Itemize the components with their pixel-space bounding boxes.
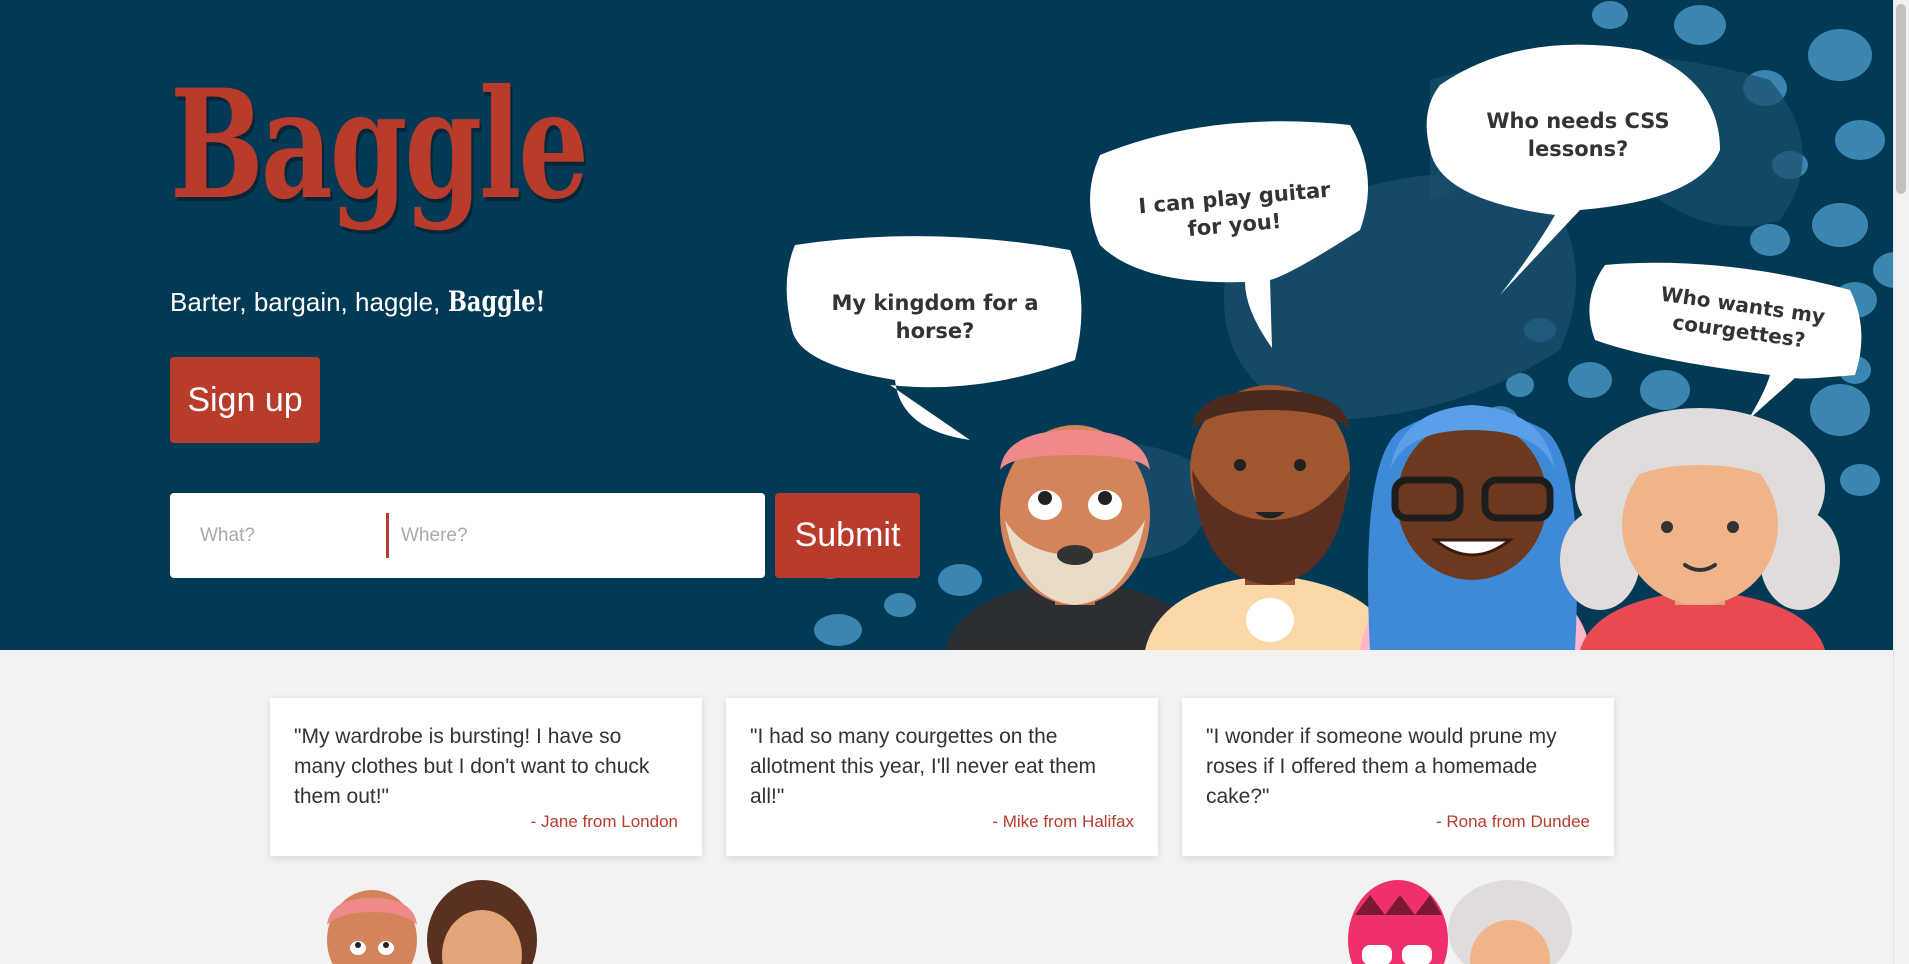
character-grey-hair-small: [1448, 880, 1572, 964]
scrollbar[interactable]: [1893, 0, 1909, 964]
speech-bubble-1: My kingdom for a horse?: [786, 236, 1082, 440]
testimonial-author: - Rona from Dundee: [1435, 812, 1590, 831]
tagline-brand: Baggle!: [447, 285, 545, 318]
hero-section: My kingdom for a horse? I can play guita…: [0, 0, 1893, 650]
bubble-3-line2: lessons?: [1528, 137, 1629, 161]
testimonial-quote: "I had so many courgettes on the allotme…: [750, 725, 1097, 808]
testimonial-author: - Jane from London: [530, 812, 678, 831]
search-divider: [386, 513, 389, 558]
testimonial-card: "I wonder if someone would prune my rose…: [1182, 698, 1614, 856]
character-grey-hair: [1560, 408, 1840, 650]
testimonial-card: "I had so many courgettes on the allotme…: [726, 698, 1158, 856]
bottom-illustrations: [327, 880, 1572, 964]
scrollbar-thumb[interactable]: [1896, 4, 1906, 194]
testimonial-quote: "My wardrobe is bursting! I have so many…: [294, 725, 650, 808]
submit-button[interactable]: Submit: [775, 493, 920, 578]
character-dark-hair-small: [427, 880, 537, 964]
tagline-text: Barter, bargain, haggle,: [170, 287, 448, 317]
bubble-1-line1: My kingdom for a: [831, 291, 1038, 315]
search-form: [170, 493, 765, 578]
what-input[interactable]: [200, 493, 380, 578]
testimonial-card: "My wardrobe is bursting! I have so many…: [270, 698, 702, 856]
brand-logo: Baggle: [170, 57, 589, 233]
testimonial-author: - Mike from Halifax: [992, 812, 1134, 831]
sign-up-button[interactable]: Sign up: [170, 357, 320, 443]
character-sunglasses-small: [1348, 880, 1448, 964]
character-hijab: [1360, 405, 1590, 650]
bubble-3-line1: Who needs CSS: [1486, 109, 1669, 133]
bubble-1-line2: horse?: [896, 319, 975, 343]
testimonial-quote: "I wonder if someone would prune my rose…: [1206, 725, 1557, 808]
tagline: Barter, bargain, haggle, Baggle!: [170, 285, 569, 318]
character-pink-hair-small: [327, 890, 417, 964]
where-input[interactable]: [401, 493, 741, 578]
